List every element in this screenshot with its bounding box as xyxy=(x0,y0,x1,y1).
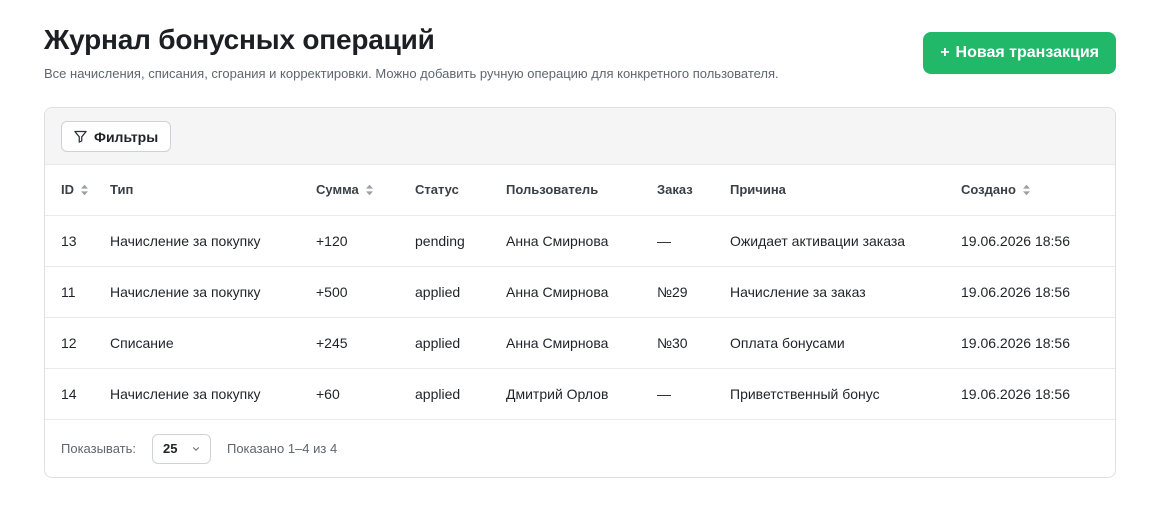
cell-created: 19.06.2026 18:56 xyxy=(961,368,1115,420)
transactions-card: Фильтры ID Тип Сумма Статус Пользователь Зака… xyxy=(44,107,1116,478)
sort-icon[interactable] xyxy=(365,184,374,196)
column-header: Пользователь xyxy=(506,165,657,216)
column-header-content: Заказ xyxy=(657,182,693,197)
cell-order: — xyxy=(657,215,730,267)
cell-user: Анна Смирнова xyxy=(506,266,657,318)
column-header-content: Причина xyxy=(730,182,786,197)
column-header-content: ID xyxy=(61,182,89,197)
cell-type: Начисление за покупку xyxy=(110,266,316,318)
cell-status: applied xyxy=(415,317,506,369)
column-header-label: Причина xyxy=(730,182,786,198)
column-header: Статус xyxy=(415,165,506,216)
page-header: Журнал бонусных операций Все начисления,… xyxy=(44,24,1116,84)
page-subtitle: Все начисления, списания, сгорания и кор… xyxy=(44,66,779,81)
cell-reason: Приветственный бонус xyxy=(730,368,961,420)
cell-user: Дмитрий Орлов xyxy=(506,368,657,420)
page-size-select[interactable]: 25 xyxy=(151,433,211,464)
cell-user: Анна Смирнова xyxy=(506,215,657,267)
table-row[interactable]: 12 Списание +245 applied Анна Смирнова №30 Опл… xyxy=(45,317,1115,369)
transactions-table: ID Тип Сумма Статус Пользователь Заказ Причина… xyxy=(45,165,1115,420)
table-toolbar: Фильтры xyxy=(45,108,1115,165)
sort-icon[interactable] xyxy=(80,184,89,196)
cell-amount: +500 xyxy=(316,266,415,318)
cell-id: 13 xyxy=(45,215,110,267)
cell-status: applied xyxy=(415,266,506,318)
chevron-down-icon xyxy=(191,444,201,454)
column-header[interactable]: Создано xyxy=(961,165,1115,216)
new-transaction-button[interactable]: + Новая транзакция xyxy=(923,32,1116,74)
cell-order: №29 xyxy=(657,266,730,318)
page-size-value: 25 xyxy=(162,441,178,456)
sort-icon[interactable] xyxy=(1022,184,1031,196)
page-size-label: Показывать: xyxy=(61,441,136,456)
column-header-content: Создано xyxy=(961,182,1031,197)
results-count: Показано 1–4 из 4 xyxy=(226,441,338,456)
cell-created: 19.06.2026 18:56 xyxy=(961,266,1115,318)
column-header: Тип xyxy=(110,165,316,216)
column-header[interactable]: ID xyxy=(45,165,110,216)
cell-amount: +245 xyxy=(316,317,415,369)
page-title: Журнал бонусных операций xyxy=(44,24,435,55)
cell-amount: +120 xyxy=(316,215,415,267)
cell-status: applied xyxy=(415,368,506,420)
column-header: Заказ xyxy=(657,165,730,216)
column-header: Причина xyxy=(730,165,961,216)
plus-icon: + xyxy=(940,44,950,61)
cell-created: 19.06.2026 18:56 xyxy=(961,215,1115,267)
column-header-label: ID xyxy=(61,182,74,198)
cell-type: Списание xyxy=(110,317,316,369)
filter-icon xyxy=(73,129,88,144)
filters-label: Фильтры xyxy=(94,128,159,145)
table-footer: Показывать: 25 Показано 1–4 из 4 xyxy=(45,420,1115,478)
column-header-content: Сумма xyxy=(316,182,374,197)
column-header-label: Заказ xyxy=(657,182,693,198)
column-header-content: Пользователь xyxy=(506,182,598,197)
column-header-label: Создано xyxy=(961,182,1016,198)
table-header-row: ID Тип Сумма Статус Пользователь Заказ Причина… xyxy=(45,165,1115,216)
cell-reason: Оплата бонусами xyxy=(730,317,961,369)
column-header-label: Пользователь xyxy=(506,182,599,198)
table-row[interactable]: 13 Начисление за покупку +120 pending Анна С… xyxy=(45,215,1115,267)
cell-reason: Ожидает активации заказа xyxy=(730,215,961,267)
page: Журнал бонусных операций Все начисления,… xyxy=(0,0,1160,506)
filters-button[interactable]: Фильтры xyxy=(61,121,172,152)
table-row[interactable]: 11 Начисление за покупку +500 applied Анна С… xyxy=(45,266,1115,318)
cell-type: Начисление за покупку xyxy=(110,215,316,267)
cell-order: — xyxy=(657,368,730,420)
column-header-label: Статус xyxy=(415,182,459,198)
cell-status: pending xyxy=(415,215,506,267)
cell-id: 14 xyxy=(45,368,110,420)
column-header[interactable]: Сумма xyxy=(316,165,415,216)
cell-reason: Начисление за заказ xyxy=(730,266,961,318)
cell-amount: +60 xyxy=(316,368,415,420)
table-row[interactable]: 14 Начисление за покупку +60 applied Дмитрий… xyxy=(45,368,1115,420)
cell-id: 11 xyxy=(45,266,110,318)
cell-user: Анна Смирнова xyxy=(506,317,657,369)
cell-id: 12 xyxy=(45,317,110,369)
column-header-label: Сумма xyxy=(316,182,359,198)
column-header-content: Статус xyxy=(415,182,459,197)
cell-type: Начисление за покупку xyxy=(110,368,316,420)
column-header-content: Тип xyxy=(110,182,133,197)
column-header-label: Тип xyxy=(110,182,134,198)
table-body: 13 Начисление за покупку +120 pending Анна С… xyxy=(45,215,1115,420)
cell-created: 19.06.2026 18:56 xyxy=(961,317,1115,369)
new-transaction-label: Новая транзакция xyxy=(955,44,1099,61)
cell-order: №30 xyxy=(657,317,730,369)
